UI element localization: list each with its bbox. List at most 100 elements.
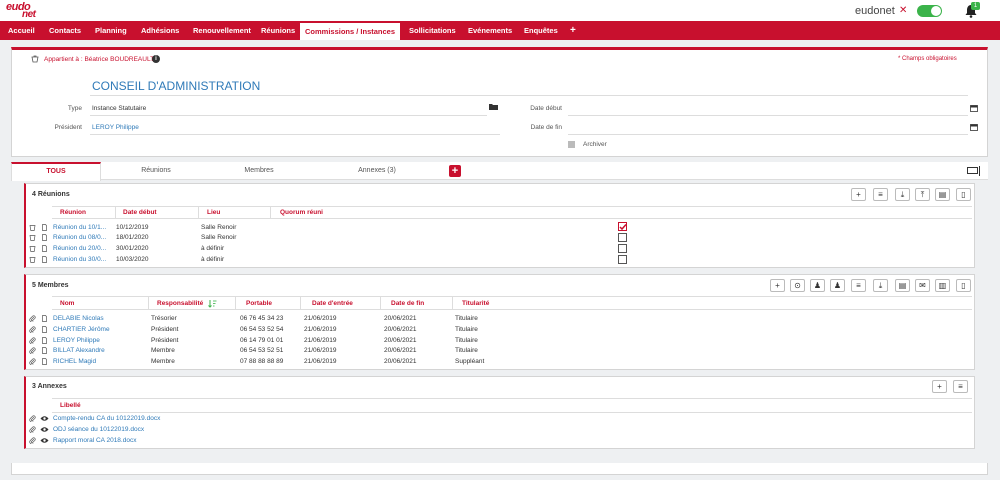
attachment-icon[interactable] [29, 437, 36, 444]
document-icon[interactable] [41, 234, 48, 241]
nav-item-commissions[interactable]: Commissions / Instances [300, 21, 400, 40]
export-icon[interactable]: ⤓ [873, 279, 888, 292]
col-reunion[interactable]: Réunion [60, 209, 86, 216]
toggle-switch[interactable] [917, 5, 942, 17]
attachment-icon[interactable] [29, 426, 36, 433]
col-date-debut[interactable]: Date début [123, 209, 157, 216]
nav-item-contacts[interactable]: Contacts [45, 21, 85, 40]
add-button[interactable]: + [851, 188, 866, 201]
folder-icon[interactable] [489, 103, 498, 110]
eye-icon[interactable] [40, 437, 49, 444]
nav-item-planning[interactable]: Planning [91, 21, 131, 40]
document-icon[interactable] [41, 315, 48, 322]
delete-icon[interactable] [29, 245, 36, 252]
annexe-file[interactable]: Compte-rendu CA du 10122019.docx [53, 415, 160, 422]
delete-icon[interactable] [29, 256, 36, 263]
quorum-checkbox[interactable] [618, 255, 627, 264]
delete-icon[interactable] [29, 234, 36, 241]
quorum-checkbox[interactable] [618, 233, 627, 242]
member-date-fin: 20/06/2021 [384, 337, 417, 344]
add-relation-button[interactable]: + [449, 165, 461, 177]
contacts-list-icon[interactable]: ♟ [830, 279, 845, 292]
document-icon[interactable] [41, 245, 48, 252]
president-value[interactable]: LEROY Philippe [92, 124, 139, 131]
document-icon[interactable] [41, 224, 48, 231]
delete-icon[interactable] [29, 224, 36, 231]
report-icon[interactable]: ▤ [895, 279, 910, 292]
member-name[interactable]: RICHEL Magid [53, 358, 96, 365]
col-date-entree[interactable]: Date d'entrée [312, 300, 353, 307]
reunion-name[interactable]: Réunion du 08/0... [53, 234, 106, 241]
report-icon[interactable]: ▤ [935, 188, 950, 201]
export-icon[interactable]: ⤓ [895, 188, 910, 201]
col-quorum[interactable]: Quorum réuni [280, 209, 323, 216]
attachment-icon[interactable] [29, 358, 36, 365]
attachment-icon[interactable] [29, 326, 36, 333]
attachment-icon[interactable] [29, 347, 36, 354]
type-value[interactable]: Instance Statutaire [92, 105, 146, 112]
calendar-icon[interactable] [970, 104, 978, 112]
col-responsabilite[interactable]: Responsabilité [157, 300, 203, 307]
col-lieu[interactable]: Lieu [207, 209, 220, 216]
member-name[interactable]: LEROY Philippe [53, 337, 100, 344]
info-icon[interactable]: i [152, 55, 160, 63]
document-icon[interactable] [41, 347, 48, 354]
file-icon[interactable]: ▯ [956, 188, 971, 201]
reunion-name[interactable]: Réunion du 20/0... [53, 245, 106, 252]
document-icon[interactable] [41, 337, 48, 344]
nav-item-evenements[interactable]: Evénements [464, 21, 516, 40]
quorum-checkbox[interactable] [618, 244, 627, 253]
reunion-name[interactable]: Réunion du 10/1... [53, 224, 106, 231]
quorum-checkbox[interactable] [618, 222, 627, 231]
document-icon[interactable] [41, 326, 48, 333]
nav-item-accueil[interactable]: Accueil [4, 21, 39, 40]
filter-icon[interactable]: ⊙ [790, 279, 805, 292]
nav-item-adhesions[interactable]: Adhésions [137, 21, 183, 40]
attachment-icon[interactable] [29, 415, 36, 422]
col-nom[interactable]: Nom [60, 300, 74, 307]
tab-reunions[interactable]: Réunions [111, 162, 201, 180]
panel-toggle-icon[interactable] [967, 166, 981, 176]
col-libelle[interactable]: Libellé [60, 402, 81, 409]
list-icon[interactable]: ≡ [953, 380, 968, 393]
attachment-icon[interactable] [29, 337, 36, 344]
add-button[interactable]: + [932, 380, 947, 393]
col-date-fin[interactable]: Date de fin [391, 300, 424, 307]
attachment-icon[interactable] [29, 315, 36, 322]
file-icon[interactable]: ▯ [956, 279, 971, 292]
upload-icon[interactable]: ⤒ [915, 188, 930, 201]
reunion-name[interactable]: Réunion du 30/0... [53, 256, 106, 263]
member-date-entree: 21/06/2019 [304, 347, 337, 354]
owner-label[interactable]: Appartient à : Béatrice BOUDREAULT [44, 56, 154, 63]
col-portable[interactable]: Portable [246, 300, 272, 307]
sort-icon[interactable] [208, 299, 217, 308]
list-icon[interactable]: ≡ [873, 188, 888, 201]
record-title[interactable]: CONSEIL D'ADMINISTRATION [92, 79, 260, 93]
calendar-icon[interactable] [970, 123, 978, 131]
add-button[interactable]: + [770, 279, 785, 292]
document-icon[interactable] [41, 256, 48, 263]
tab-membres[interactable]: Membres [214, 162, 304, 180]
nav-item-enquetes[interactable]: Enquêtes [520, 21, 562, 40]
mail-icon[interactable]: ✉ [915, 279, 930, 292]
tab-annexes[interactable]: Annexes (3) [332, 162, 422, 180]
contacts-icon[interactable]: ♟ [810, 279, 825, 292]
notes-icon[interactable]: ▥ [935, 279, 950, 292]
document-icon[interactable] [41, 358, 48, 365]
member-name[interactable]: CHARTIER Jérôme [53, 326, 110, 333]
annexe-file[interactable]: Rapport moral CA 2018.docx [53, 437, 136, 444]
nav-item-renouvellement[interactable]: Renouvellement [189, 21, 255, 40]
nav-item-sollicitations[interactable]: Sollicitations [405, 21, 460, 40]
member-name[interactable]: BILLAT Alexandre [53, 347, 105, 354]
tab-tous[interactable]: TOUS [11, 162, 101, 181]
archiver-checkbox[interactable] [568, 141, 575, 148]
eudonet-logo[interactable]: eudo net [6, 0, 46, 20]
eye-icon[interactable] [40, 415, 49, 422]
col-titularite[interactable]: Titularité [462, 300, 489, 307]
annexe-file[interactable]: ODJ séance du 10122019.docx [53, 426, 144, 433]
nav-item-reunions[interactable]: Réunions [257, 21, 299, 40]
list-icon[interactable]: ≡ [851, 279, 866, 292]
eye-icon[interactable] [40, 426, 49, 433]
nav-add-tab-button[interactable]: + [566, 21, 580, 40]
member-name[interactable]: DELABIE Nicolas [53, 315, 104, 322]
